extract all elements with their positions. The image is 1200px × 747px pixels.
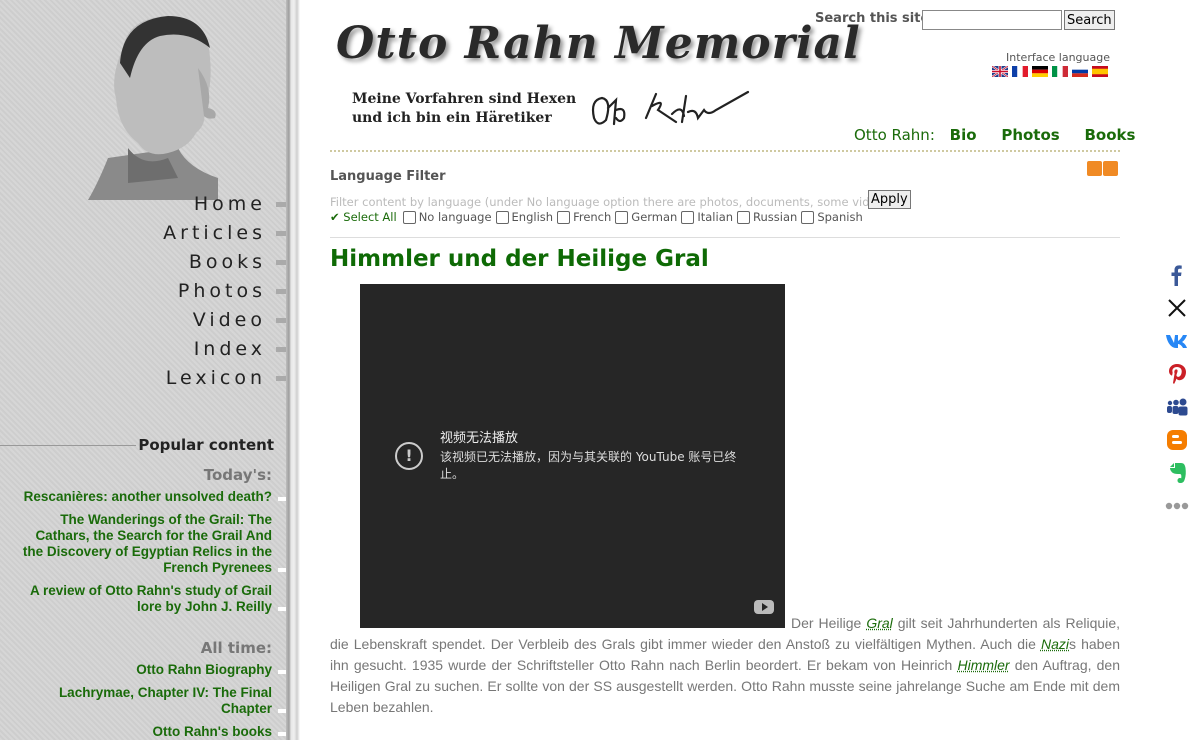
- share-bar: [1164, 262, 1190, 526]
- checkbox-box[interactable]: [496, 211, 509, 224]
- today-title: Today's:: [204, 466, 272, 484]
- it-flag-icon[interactable]: [1052, 66, 1068, 77]
- checkbox-italian[interactable]: Italian: [681, 210, 733, 224]
- otto-rahn-portrait: [68, 8, 218, 200]
- pinterest-icon[interactable]: [1164, 361, 1190, 387]
- motto: Meine Vorfahren sind Hexen und ich bin e…: [352, 90, 576, 128]
- checkbox-box[interactable]: [403, 211, 416, 224]
- checkbox-label: No language: [419, 210, 492, 224]
- select-all[interactable]: ✔ Select All: [330, 210, 397, 224]
- today-list: Rescanières: another unsolved death? The…: [22, 489, 272, 622]
- popular-link[interactable]: Lachrymae, Chapter IV: The Final Chapter: [22, 685, 272, 717]
- main-nav: Home Articles Books Photos Video Index L…: [0, 192, 286, 395]
- himmler-link[interactable]: Himmler: [957, 657, 1009, 673]
- nav-lexicon[interactable]: Lexicon: [0, 366, 286, 395]
- select-all-label: Select All: [343, 210, 396, 224]
- popular-link[interactable]: Rescanières: another unsolved death?: [22, 489, 272, 505]
- ru-flag-icon[interactable]: [1072, 66, 1088, 77]
- nav-home[interactable]: Home: [0, 192, 286, 221]
- alltime-title: All time:: [201, 639, 272, 657]
- checkbox-no-language[interactable]: No language: [403, 210, 492, 224]
- myspace-icon[interactable]: [1164, 394, 1190, 420]
- nazi-link[interactable]: Nazi: [1041, 636, 1069, 652]
- body-text: Der Heilige: [330, 615, 866, 631]
- filter-hint: Filter content by language (under No lan…: [330, 195, 894, 209]
- language-checkboxes: ✔ Select All No language English French …: [330, 210, 867, 224]
- checkbox-label: Italian: [697, 210, 733, 224]
- sidebar: Home Articles Books Photos Video Index L…: [0, 0, 286, 740]
- uk-flag-icon[interactable]: [992, 66, 1008, 77]
- popular-content-title: Popular content: [138, 436, 274, 454]
- books-link[interactable]: Books: [1085, 126, 1136, 144]
- checkbox-label: English: [512, 210, 554, 224]
- checkbox-french[interactable]: French: [557, 210, 611, 224]
- divider: [0, 445, 136, 446]
- article-body: Der Heilige Gral gilt seit Jahrhunderten…: [330, 613, 1120, 718]
- sidebar-edge: [286, 0, 300, 740]
- nav-photos[interactable]: Photos: [0, 279, 286, 308]
- filter-divider: [330, 237, 1120, 238]
- checkbox-box[interactable]: [801, 211, 814, 224]
- video-error-message: 该视频已无法播放，因为与其关联的 YouTube 账号已终止。: [440, 449, 750, 483]
- video-error-title: 视频无法播放: [440, 427, 518, 446]
- rss-icon[interactable]: [1087, 161, 1102, 176]
- checkbox-label: Russian: [753, 210, 797, 224]
- blogger-icon[interactable]: [1164, 427, 1190, 453]
- de-flag-icon[interactable]: [1032, 66, 1048, 77]
- rss-icon[interactable]: [1103, 161, 1118, 176]
- language-filter-title: Language Filter: [330, 169, 446, 184]
- es-flag-icon[interactable]: [1092, 66, 1108, 77]
- x-icon[interactable]: [1164, 295, 1190, 321]
- motto-line: und ich bin ein Häretiker: [352, 109, 576, 128]
- nav-index[interactable]: Index: [0, 337, 286, 366]
- photos-link[interactable]: Photos: [1001, 126, 1059, 144]
- alert-icon: !: [395, 442, 423, 470]
- search-button[interactable]: Search: [1064, 10, 1115, 30]
- nav-articles[interactable]: Articles: [0, 221, 286, 250]
- nav-video[interactable]: Video: [0, 308, 286, 337]
- signature-image: [586, 88, 756, 132]
- author-links: Otto Rahn: Bio Photos Books: [854, 126, 1155, 144]
- video-player[interactable]: ! 视频无法播放 该视频已无法播放，因为与其关联的 YouTube 账号已终止。: [360, 284, 785, 628]
- checkbox-box[interactable]: [615, 211, 628, 224]
- site-title[interactable]: Otto Rahn Memorial: [336, 18, 861, 69]
- header-divider: [330, 150, 1120, 152]
- checkbox-label: Spanish: [817, 210, 862, 224]
- nav-books[interactable]: Books: [0, 250, 286, 279]
- author-label: Otto Rahn:: [854, 126, 935, 144]
- more-icon[interactable]: [1164, 493, 1190, 519]
- popular-link[interactable]: The Wanderings of the Grail: The Cathars…: [22, 512, 272, 576]
- checkbox-label: French: [573, 210, 611, 224]
- popular-link[interactable]: Otto Rahn Biography: [22, 662, 272, 678]
- rss-feeds: [1087, 161, 1118, 176]
- checkbox-german[interactable]: German: [615, 210, 677, 224]
- checkbox-english[interactable]: English: [496, 210, 554, 224]
- article-title[interactable]: Himmler und der Heilige Gral: [330, 246, 709, 272]
- checkbox-label: German: [631, 210, 677, 224]
- gral-link[interactable]: Gral: [866, 615, 892, 631]
- apply-button[interactable]: Apply: [868, 190, 911, 209]
- checkbox-spanish[interactable]: Spanish: [801, 210, 862, 224]
- interface-language-label: Interface language: [1006, 51, 1110, 64]
- language-flags: [992, 66, 1108, 77]
- search-input[interactable]: [922, 10, 1062, 30]
- checkbox-box[interactable]: [737, 211, 750, 224]
- checkbox-russian[interactable]: Russian: [737, 210, 797, 224]
- fr-flag-icon[interactable]: [1012, 66, 1028, 77]
- alltime-list: Otto Rahn Biography Lachrymae, Chapter I…: [22, 662, 272, 747]
- youtube-icon[interactable]: [754, 600, 774, 614]
- motto-line: Meine Vorfahren sind Hexen: [352, 90, 576, 109]
- checkbox-box[interactable]: [557, 211, 570, 224]
- checkbox-box[interactable]: [681, 211, 694, 224]
- vk-icon[interactable]: [1164, 328, 1190, 354]
- search-label: Search this site:: [815, 11, 934, 26]
- facebook-icon[interactable]: [1164, 262, 1190, 288]
- body-text: Der Heilige Gral gilt seit Jahrhunderten…: [330, 615, 1120, 715]
- bio-link[interactable]: Bio: [950, 126, 977, 144]
- popular-link[interactable]: Otto Rahn's books: [22, 724, 272, 740]
- popular-link[interactable]: A review of Otto Rahn's study of Grail l…: [22, 583, 272, 615]
- evernote-icon[interactable]: [1164, 460, 1190, 486]
